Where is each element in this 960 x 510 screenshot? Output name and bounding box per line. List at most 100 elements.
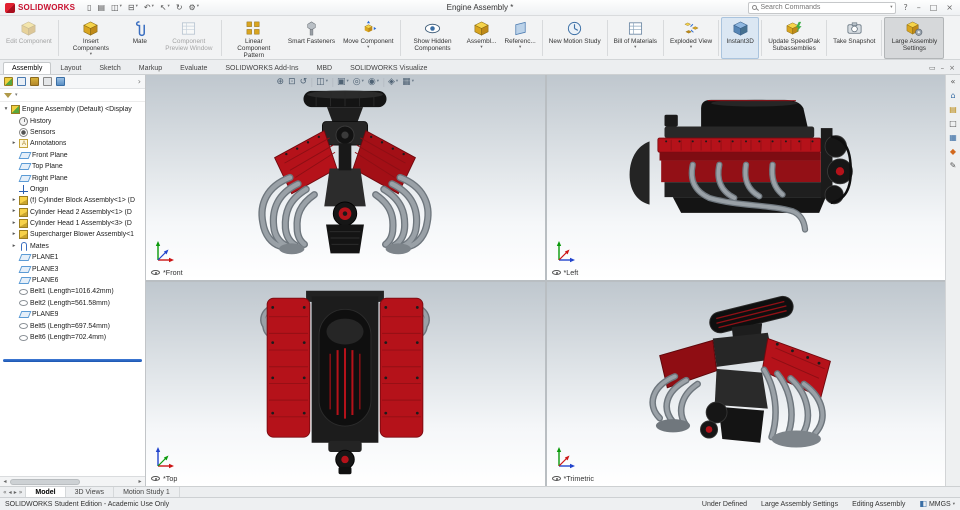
ribbon-button-smart-fasteners[interactable]: Smart Fasteners — [284, 17, 339, 59]
expand-toggle-icon[interactable] — [11, 209, 17, 215]
scroll-left-icon[interactable]: ◂ — [1, 478, 9, 485]
tree-item-plane1[interactable]: PLANE1 — [0, 252, 145, 263]
print-button[interactable]: ⊟ ▾ — [126, 3, 140, 13]
rollback-bar[interactable] — [3, 359, 142, 363]
configurationmanager-tab-icon[interactable] — [30, 77, 39, 86]
minimize-button[interactable]: – — [915, 3, 923, 12]
tree-item-cylinder-block-assembly[interactable]: (f) Cylinder Block Assembly<1> (D — [0, 195, 145, 206]
tab-markup[interactable]: Markup — [130, 62, 171, 74]
propertymanager-tab-icon[interactable] — [17, 77, 26, 86]
tree-item-origin[interactable]: Origin — [0, 184, 145, 195]
design-library-icon[interactable]: ▤ — [949, 106, 957, 114]
tree-item-belt5[interactable]: Belt5 (Length=697.54mm) — [0, 320, 145, 331]
expand-toggle-icon[interactable] — [11, 232, 17, 238]
tree-item-sensors[interactable]: Sensors — [0, 127, 145, 138]
tab-solidworks-add-ins[interactable]: SOLIDWORKS Add-Ins — [216, 62, 307, 74]
scrollbar-thumb[interactable] — [10, 478, 80, 485]
view-palette-icon[interactable]: ▦ — [949, 134, 957, 142]
tree-item-cylinder-head-2-assembly[interactable]: Cylinder Head 2 Assembly<1> (D — [0, 207, 145, 218]
dimxpertmanager-tab-icon[interactable] — [43, 77, 52, 86]
expand-toggle-icon[interactable] — [3, 107, 9, 113]
tree-item-right-plane[interactable]: Right Plane — [0, 172, 145, 183]
last-tab-icon[interactable]: » — [19, 489, 23, 496]
viewport-front[interactable]: ⊕ ⊡ ↺ ◫ ▾ ▣ ▾ ◎ ▾ ◉ ▾ ◈ ▾ ▦ ▾ *Front — [146, 75, 545, 280]
featuremanager-tab-icon[interactable] — [4, 77, 13, 86]
viewport-top[interactable]: *Top — [146, 281, 545, 486]
tab-layout[interactable]: Layout — [51, 62, 90, 74]
rebuild-button[interactable]: ↻ — [174, 3, 185, 13]
ribbon-button-assembly-features[interactable]: Assembl... ▾ — [463, 17, 501, 59]
ribbon-button-show-hidden-components[interactable]: Show Hidden Components — [403, 17, 463, 59]
select-button[interactable]: ↖ ▾ — [158, 3, 172, 13]
ribbon-button-insert-components[interactable]: Insert Components ▾ — [61, 17, 121, 59]
solidworks-resources-icon[interactable]: ⌂ — [950, 92, 955, 100]
ribbon-button-component-preview-window[interactable]: Component Preview Window — [159, 17, 219, 59]
file-explorer-icon[interactable]: □ — [949, 120, 957, 128]
ribbon-button-bill-of-materials[interactable]: Bill of Materials ▾ — [610, 17, 661, 59]
ribbon-button-move-component[interactable]: Move Component ▾ — [339, 17, 397, 59]
tree-item-plane6[interactable]: PLANE6 — [0, 275, 145, 286]
undo-button[interactable]: ↶ ▾ — [142, 3, 156, 13]
tree-item-belt1[interactable]: Belt1 (Length=1016.42mm) — [0, 286, 145, 297]
close-button[interactable]: × — [944, 3, 955, 12]
panel-overflow-chevron-icon[interactable]: › — [138, 77, 141, 86]
ribbon-button-linear-component-pattern[interactable]: Linear Component Pattern ▾ — [224, 17, 284, 64]
options-button[interactable]: ⚙ ▾ — [187, 3, 201, 13]
ribbon-button-new-motion-study[interactable]: New Motion Study — [545, 17, 605, 59]
maximize-button[interactable]: □ — [928, 3, 940, 12]
ribbon-button-exploded-view[interactable]: Exploded View ▾ — [666, 17, 716, 59]
document-close-icon[interactable]: × — [949, 64, 955, 72]
search-input[interactable] — [760, 4, 888, 11]
expand-toggle-icon[interactable] — [11, 198, 17, 204]
scroll-right-icon[interactable]: ▸ — [136, 478, 144, 485]
appearances-icon[interactable]: ◆ — [950, 148, 956, 156]
ribbon-button-instant3d[interactable]: Instant3D — [721, 17, 760, 59]
save-button[interactable]: ◫ ▾ — [109, 3, 124, 13]
tree-item-history[interactable]: History — [0, 115, 145, 126]
ribbon-button-update-speedpak[interactable]: Update SpeedPak Subassemblies — [764, 17, 824, 59]
previous-tab-icon[interactable]: ◂ — [9, 489, 12, 496]
doc-tab-motion-study-1[interactable]: Motion Study 1 — [114, 487, 180, 497]
open-document-button[interactable]: ▤ — [96, 3, 108, 13]
help-button[interactable]: ? — [901, 3, 909, 12]
tree-item-front-plane[interactable]: Front Plane — [0, 150, 145, 161]
tab-evaluate[interactable]: Evaluate — [171, 62, 216, 74]
filter-caret-icon[interactable]: ▾ — [15, 92, 18, 98]
document-restore-icon[interactable]: ▭ — [929, 64, 936, 72]
unit-system-selector[interactable]: ◧ MMGS ▾ — [919, 500, 955, 508]
doc-tab-3d-views[interactable]: 3D Views — [66, 487, 115, 497]
tab-mbd[interactable]: MBD — [308, 62, 342, 74]
tree-item-engine-assembly[interactable]: Engine Assembly (Default) <Display — [0, 104, 145, 115]
expand-toggle-icon[interactable] — [11, 221, 17, 227]
ribbon-button-reference-geometry[interactable]: Referenc... ▾ — [501, 17, 540, 59]
expand-toggle-icon[interactable] — [11, 141, 17, 147]
search-commands-box[interactable]: ▾ — [748, 1, 897, 14]
ribbon-button-large-assembly-settings[interactable]: Large Assembly Settings — [884, 17, 945, 59]
tree-item-top-plane[interactable]: Top Plane — [0, 161, 145, 172]
tree-item-supercharger-blower-assembly[interactable]: Supercharger Blower Assembly<1 — [0, 229, 145, 240]
tab-assembly[interactable]: Assembly — [3, 62, 52, 74]
tree-item-belt2[interactable]: Belt2 (Length=561.58mm) — [0, 298, 145, 309]
tab-solidworks-visualize[interactable]: SOLIDWORKS Visualize — [341, 62, 436, 74]
displaymanager-tab-icon[interactable] — [56, 77, 65, 86]
viewport-trimetric[interactable]: *Trimetric — [546, 281, 945, 486]
taskpane-collapse-icon[interactable]: « — [951, 78, 956, 86]
search-caret-icon[interactable]: ▾ — [890, 5, 892, 10]
custom-properties-icon[interactable]: ✎ — [950, 162, 957, 170]
tree-item-mates[interactable]: Mates — [0, 241, 145, 252]
filter-icon[interactable] — [4, 92, 12, 98]
tab-sketch[interactable]: Sketch — [90, 62, 129, 74]
doc-tab-model[interactable]: Model — [26, 487, 66, 497]
tree-item-cylinder-head-1-assembly[interactable]: Cylinder Head 1 Assembly<3> (D — [0, 218, 145, 229]
viewport-left[interactable]: *Left — [546, 75, 945, 280]
ribbon-button-edit-component[interactable]: Edit Component — [2, 17, 56, 59]
tree-item-plane9[interactable]: PLANE9 — [0, 309, 145, 320]
next-tab-icon[interactable]: ▸ — [14, 489, 17, 496]
ribbon-button-mate[interactable]: Mate — [121, 17, 159, 59]
expand-toggle-icon[interactable] — [11, 244, 17, 250]
document-minimize-icon[interactable]: – — [941, 64, 945, 72]
first-tab-icon[interactable]: « — [3, 489, 7, 496]
tree-item-belt6[interactable]: Belt6 (Length=702.4mm) — [0, 332, 145, 343]
new-document-button[interactable]: ▯ — [85, 3, 93, 13]
tree-item-annotations[interactable]: Annotations — [0, 138, 145, 149]
